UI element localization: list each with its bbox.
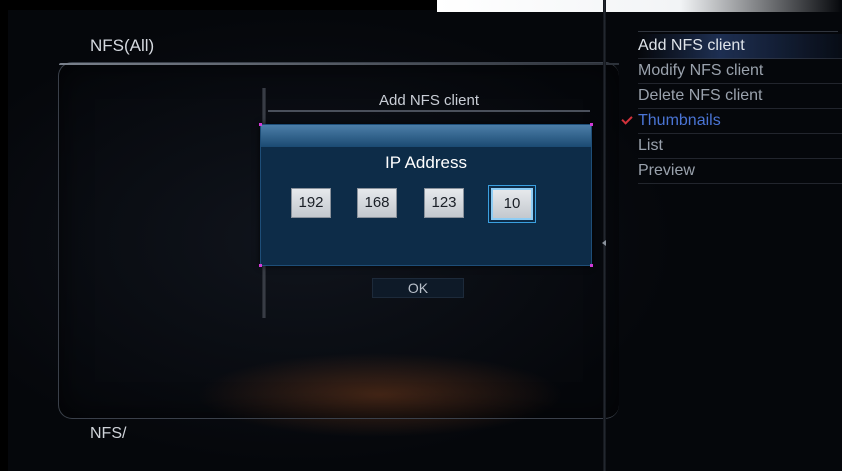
browser-title: NFS(All) xyxy=(90,36,155,55)
ip-octet-4-field[interactable]: 10 xyxy=(491,188,533,220)
ip-octet-2-field[interactable]: 168 xyxy=(357,188,397,218)
ip-address-label: IP Address xyxy=(385,153,467,172)
menu-item-label: List xyxy=(638,137,663,154)
ip-octet-1-field[interactable]: 192 xyxy=(291,188,331,218)
menu-item-label: Modify NFS client xyxy=(638,62,764,79)
menu-item-preview[interactable]: Preview xyxy=(638,159,842,184)
menu-divider xyxy=(603,0,606,471)
panel-top-edge xyxy=(59,63,619,65)
panel-arrow-icon xyxy=(602,240,606,246)
context-menu: Add NFS client Modify NFS client Delete … xyxy=(621,34,842,184)
left-black-strip xyxy=(0,0,8,471)
popup-corner-marker xyxy=(259,264,262,267)
dialog-title: Add NFS client xyxy=(378,92,480,109)
menu-item-list[interactable]: List xyxy=(638,134,842,159)
menu-item-add-nfs-client[interactable]: Add NFS client xyxy=(638,34,842,59)
ip-octet-3-field[interactable]: 123 xyxy=(424,188,464,218)
current-path: NFS/ xyxy=(90,425,127,442)
menu-item-thumbnails[interactable]: Thumbnails xyxy=(621,109,842,134)
popup-corner-marker xyxy=(590,264,593,267)
popup-corner-marker xyxy=(590,123,593,126)
menu-item-label: Thumbnails xyxy=(638,112,721,129)
popup-header-bar xyxy=(261,125,591,147)
ok-button[interactable]: OK xyxy=(372,278,464,298)
menu-item-delete-nfs-client[interactable]: Delete NFS client xyxy=(638,84,842,109)
top-overlay-strip xyxy=(437,0,842,12)
dialog-title-underline xyxy=(268,110,590,112)
menu-item-modify-nfs-client[interactable]: Modify NFS client xyxy=(638,59,842,84)
menu-item-label: Preview xyxy=(638,162,695,179)
menu-top-line xyxy=(638,31,838,32)
menu-item-label: Add NFS client xyxy=(638,37,745,54)
ip-address-popup: IP Address 192 168 123 10 xyxy=(259,123,593,267)
menu-item-label: Delete NFS client xyxy=(638,87,763,104)
top-left-black-strip xyxy=(0,0,437,10)
popup-corner-marker xyxy=(259,123,262,126)
